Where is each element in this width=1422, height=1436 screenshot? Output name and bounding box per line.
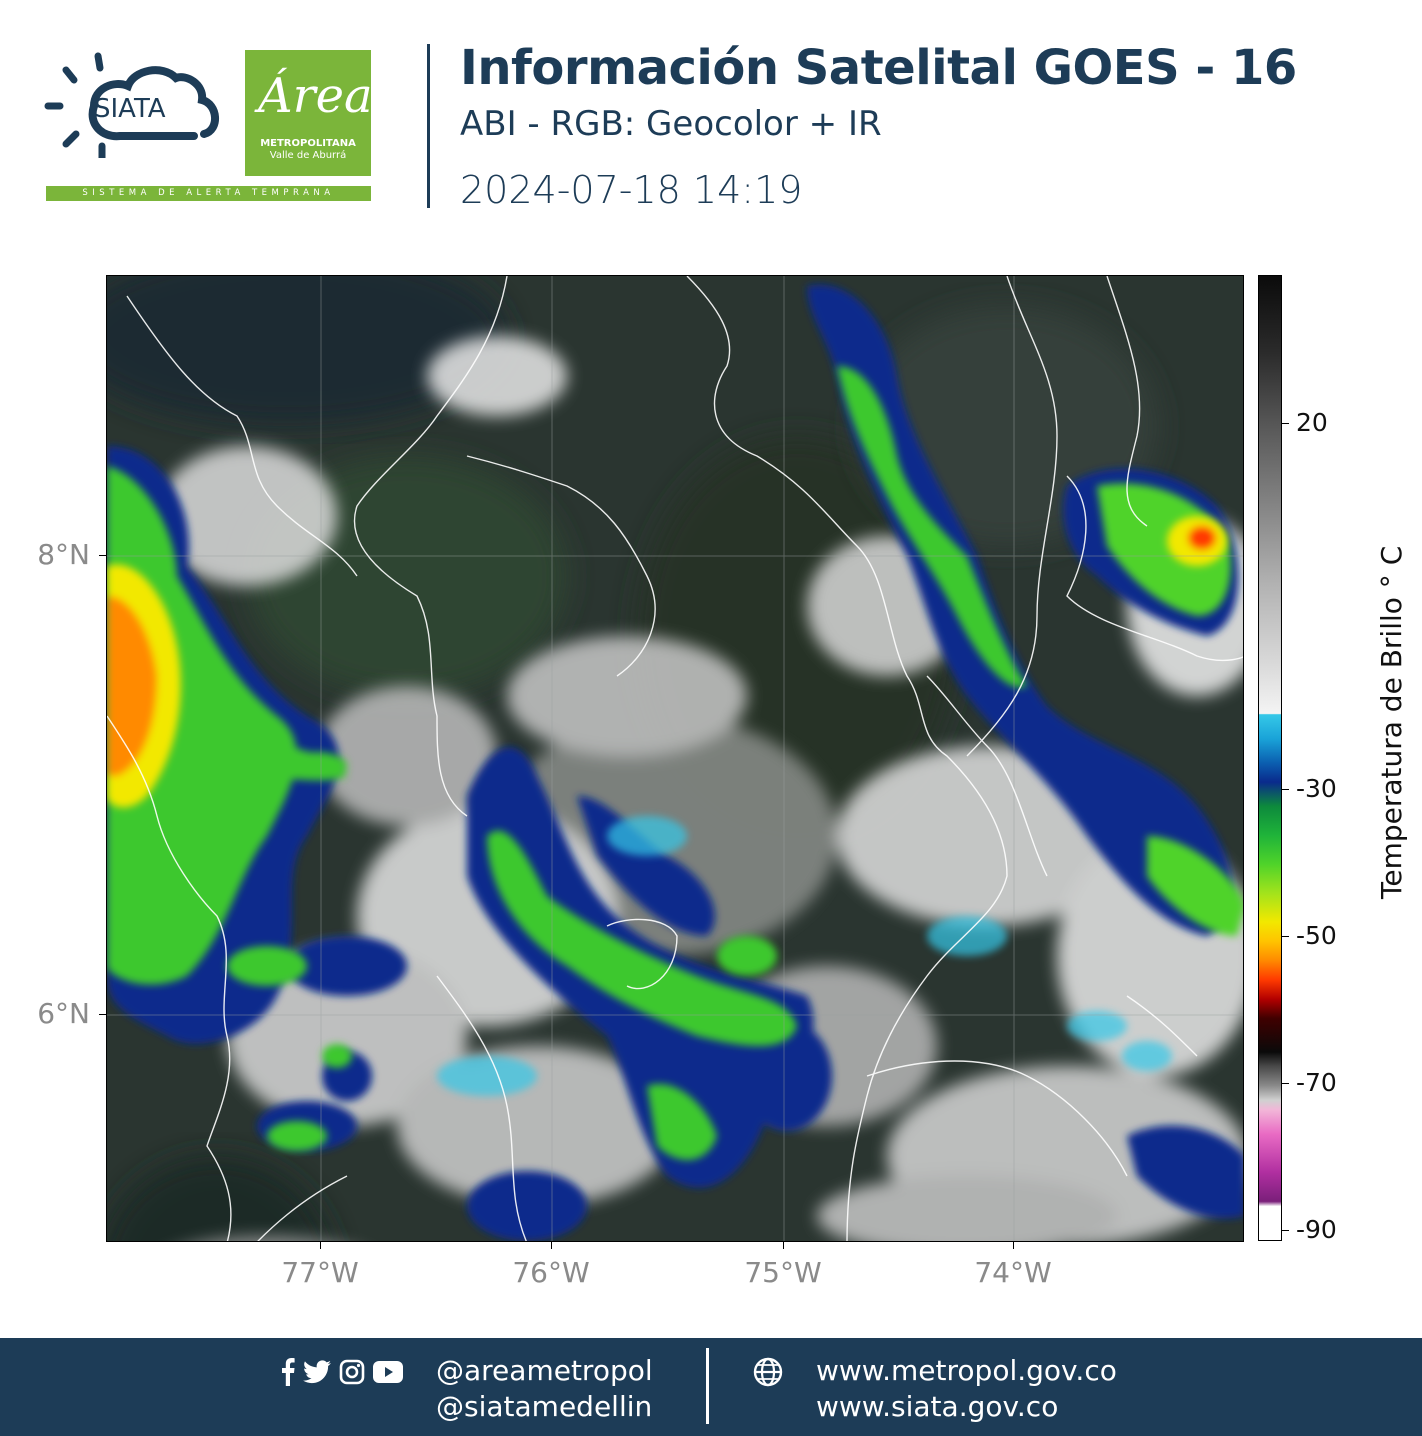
colorbar-tick bbox=[1281, 789, 1289, 790]
temperature-colorbar bbox=[1258, 275, 1282, 1241]
colorbar-label-20: 20 bbox=[1296, 408, 1328, 437]
footer-link-siata[interactable]: www.siata.gov.co bbox=[816, 1390, 1058, 1423]
siata-tagline: SISTEMA DE ALERTA TEMPRANA bbox=[46, 186, 371, 201]
footer-divider bbox=[706, 1348, 709, 1424]
colorbar-title: Temperatura de Brillo ° C bbox=[1375, 545, 1408, 899]
tick-8n bbox=[99, 555, 106, 556]
lon-label-75w: 75°W bbox=[744, 1256, 822, 1289]
satellite-map bbox=[106, 275, 1244, 1242]
area-logo-line2: Valle de Aburrá bbox=[269, 150, 347, 161]
tick-77w bbox=[320, 1242, 321, 1249]
social-icons bbox=[281, 1357, 403, 1387]
tick-6n bbox=[99, 1014, 106, 1015]
area-logo-script: Área bbox=[258, 68, 373, 124]
lon-label-74w: 74°W bbox=[974, 1256, 1052, 1289]
tick-74w bbox=[1013, 1242, 1014, 1249]
globe-icon bbox=[753, 1357, 783, 1387]
lon-label-77w: 77°W bbox=[281, 1256, 359, 1289]
colorbar-label-minus30: -30 bbox=[1296, 774, 1337, 803]
tick-76w bbox=[551, 1242, 552, 1249]
colorbar-label-minus90: -90 bbox=[1296, 1215, 1337, 1244]
page-subtitle: ABI - RGB: Geocolor + IR bbox=[460, 104, 882, 144]
footer-handle-areametropol[interactable]: @areametropol bbox=[436, 1354, 653, 1387]
tick-75w bbox=[783, 1242, 784, 1249]
satellite-image bbox=[107, 276, 1243, 1241]
instagram-icon[interactable] bbox=[339, 1359, 365, 1385]
colorbar-label-minus50: -50 bbox=[1296, 921, 1337, 950]
footer-handle-siatamedellin[interactable]: @siatamedellin bbox=[436, 1390, 652, 1423]
twitter-icon[interactable] bbox=[303, 1360, 331, 1384]
colorbar-label-minus70: -70 bbox=[1296, 1068, 1337, 1097]
footer: @areametropol @siatamedellin www.metropo… bbox=[0, 1338, 1422, 1436]
lon-label-76w: 76°W bbox=[512, 1256, 590, 1289]
youtube-icon[interactable] bbox=[373, 1361, 403, 1383]
colorbar-tick bbox=[1281, 1230, 1289, 1231]
footer-link-metropol[interactable]: www.metropol.gov.co bbox=[816, 1354, 1117, 1387]
area-logo-line1: METROPOLITANA bbox=[260, 138, 356, 149]
header-divider bbox=[427, 44, 430, 208]
lat-label-8n: 8°N bbox=[37, 538, 90, 571]
page-title: Información Satelital GOES - 16 bbox=[460, 40, 1297, 96]
colorbar-tick bbox=[1281, 423, 1289, 424]
siata-logo-text: SIATA bbox=[94, 94, 166, 124]
colorbar-tick bbox=[1281, 1083, 1289, 1084]
facebook-icon[interactable] bbox=[281, 1358, 295, 1386]
lat-label-6n: 6°N bbox=[37, 997, 90, 1030]
image-datetime: 2024-07-18 14:19 bbox=[460, 168, 803, 212]
colorbar-tick bbox=[1281, 936, 1289, 937]
header: SIATA Área METROPOLITANA Valle de Aburrá… bbox=[0, 0, 1422, 240]
